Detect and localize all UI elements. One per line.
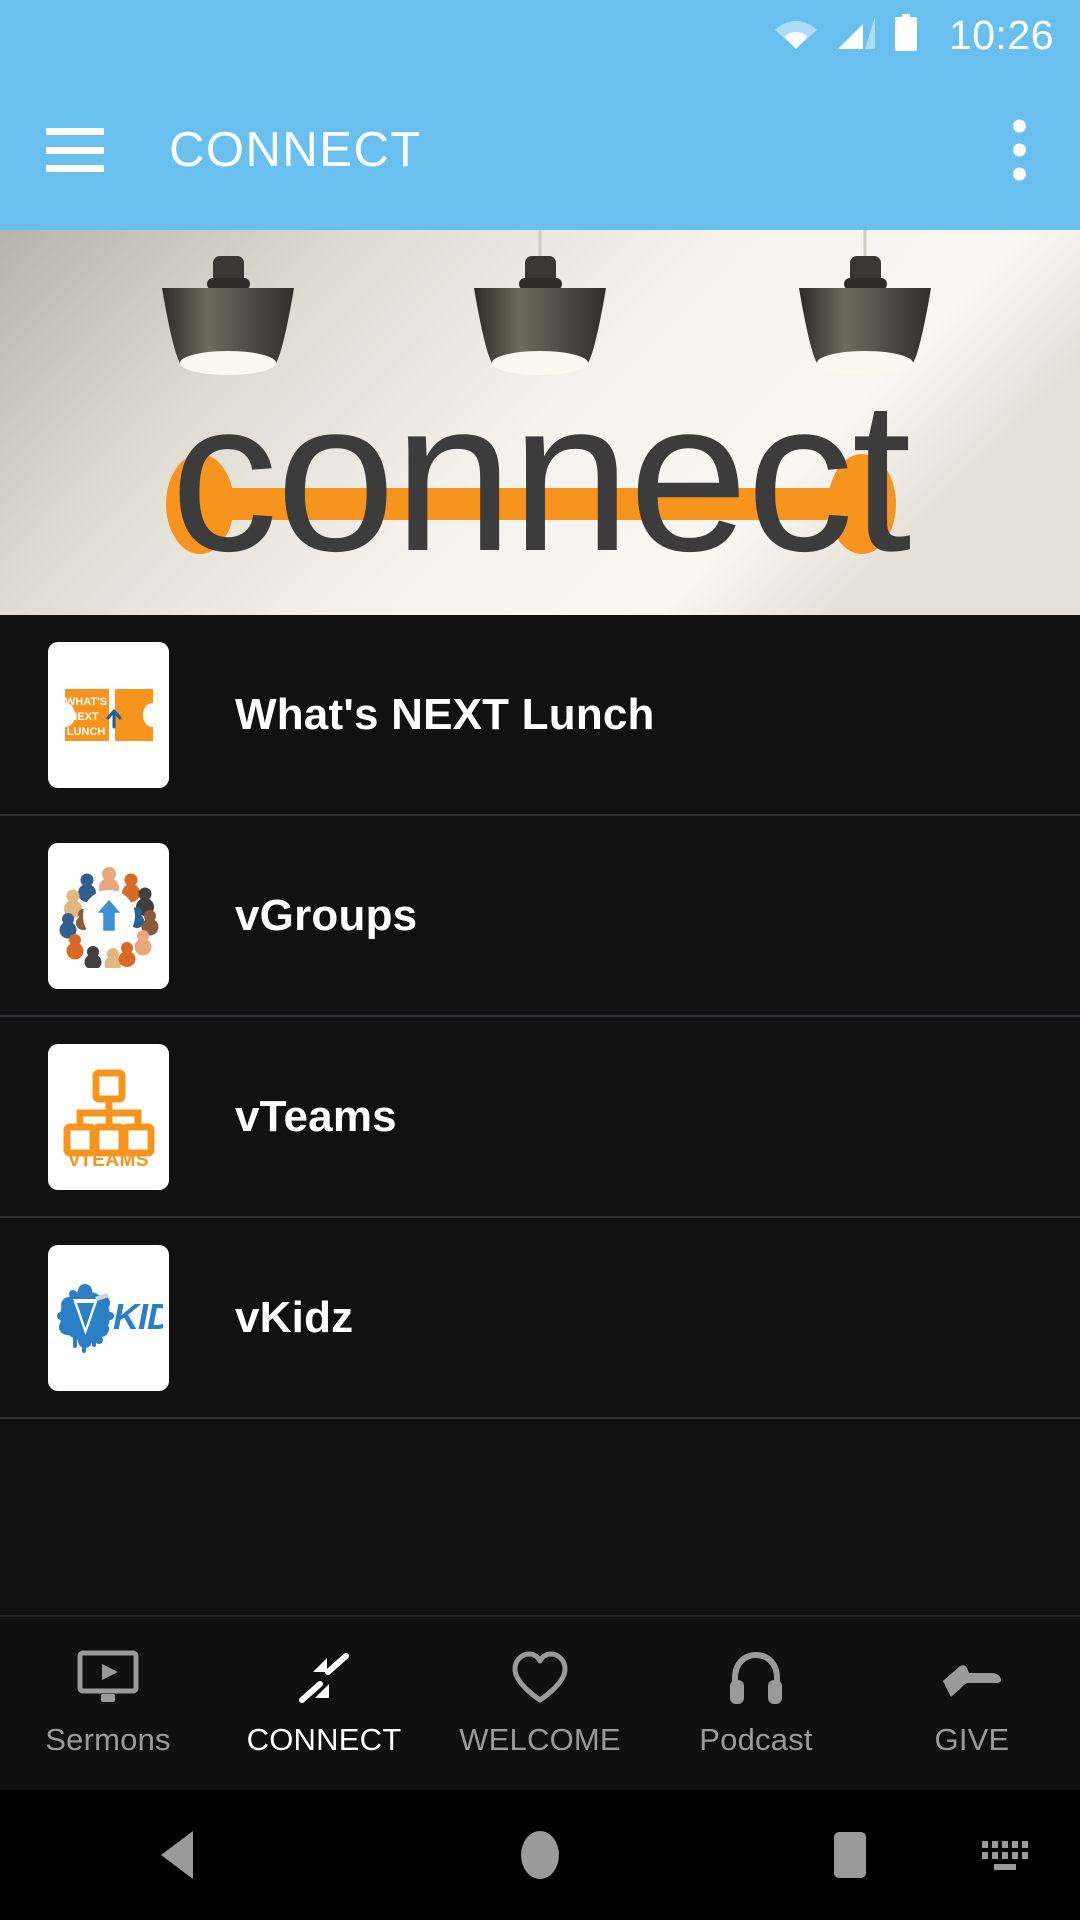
nav-tab-label: Podcast (699, 1721, 813, 1757)
nav-tab-connect[interactable]: CONNECT (216, 1617, 432, 1790)
list-item[interactable]: WHAT'S NEXT LUNCH What's NEXT Lunch (0, 615, 1080, 816)
video-monitor-icon (77, 1650, 139, 1706)
svg-text:KIDZ: KIDZ (113, 1296, 163, 1337)
svg-text:LUNCH: LUNCH (66, 726, 105, 738)
wifi-icon (773, 15, 819, 56)
battery-icon (893, 13, 919, 57)
svg-text:WHAT'S: WHAT'S (64, 696, 106, 708)
status-bar-clock: 10:26 (948, 11, 1054, 58)
nav-tab-podcast[interactable]: Podcast (648, 1617, 864, 1790)
list-item-label: vTeams (235, 1091, 397, 1141)
nav-tab-welcome[interactable]: WELCOME (432, 1617, 648, 1790)
list-item[interactable]: vTEAMS vTeams (0, 1017, 1080, 1218)
list-item-label: vGroups (235, 890, 418, 940)
nav-tab-label: Sermons (45, 1721, 171, 1757)
status-bar: 10:26 (0, 0, 1080, 70)
giving-hand-icon (939, 1650, 1005, 1706)
list-item-label: vKidz (235, 1292, 354, 1342)
hamburger-menu-icon[interactable] (46, 128, 104, 172)
android-navigation-bar (0, 1790, 1080, 1920)
headphones-icon (727, 1650, 785, 1706)
nav-tab-sermons[interactable]: Sermons (0, 1617, 216, 1790)
overflow-menu-icon[interactable] (1003, 110, 1036, 191)
banner-artwork: connect (0, 230, 1080, 615)
keyboard-indicator-icon[interactable] (950, 1790, 1060, 1920)
nav-tab-label: WELCOME (459, 1721, 621, 1757)
cellular-signal-icon (835, 15, 877, 56)
back-triangle-icon[interactable] (0, 1790, 360, 1920)
bottom-navigation-bar: Sermons CONNECT WELCOME Podcast GIVE (0, 1615, 1080, 1790)
compress-arrows-icon (294, 1650, 354, 1706)
connect-banner-image: connect (0, 230, 1080, 615)
svg-text:connect: connect (170, 355, 910, 596)
list-item[interactable]: vGroups (0, 816, 1080, 1017)
nav-tab-label: GIVE (934, 1721, 1010, 1757)
page-title: CONNECT (169, 123, 422, 177)
svg-text:vTEAMS: vTEAMS (68, 1150, 148, 1169)
app-root: 10:26 CONNECT connect WHAT'S NEXT LUNCH … (0, 0, 1080, 1920)
ticket-icon: WHAT'S NEXT LUNCH (48, 641, 169, 788)
list-item[interactable]: KIDZ vKidz (0, 1218, 1080, 1419)
nav-tab-label: CONNECT (246, 1721, 402, 1757)
org-chart-icon: vTEAMS (48, 1043, 169, 1190)
people-circle-icon (48, 842, 169, 989)
connect-list: WHAT'S NEXT LUNCH What's NEXT Lunch vGro… (0, 615, 1080, 1419)
vkidz-logo-icon: KIDZ (48, 1244, 169, 1391)
list-item-label: What's NEXT Lunch (235, 689, 655, 739)
home-circle-icon[interactable] (360, 1790, 720, 1920)
recents-square-icon[interactable] (720, 1790, 980, 1920)
svg-text:NEXT: NEXT (69, 711, 99, 723)
heart-icon (509, 1650, 571, 1706)
nav-tab-give[interactable]: GIVE (864, 1617, 1080, 1790)
status-bar-icons (773, 13, 919, 57)
app-toolbar: CONNECT (0, 70, 1080, 230)
